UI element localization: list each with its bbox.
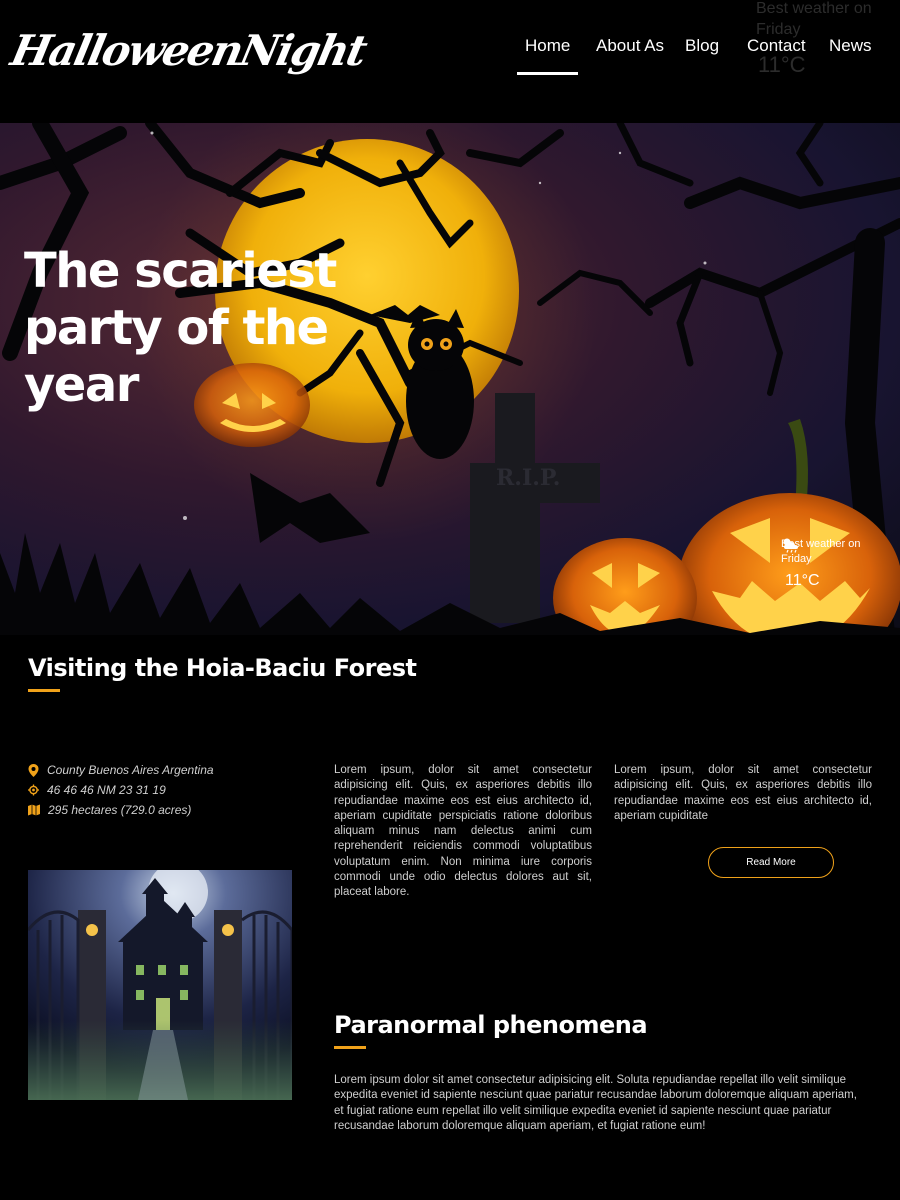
hero-banner: R.I.P. The scariest party of the year Be… (0, 123, 900, 635)
weather-widget: Best weather on Friday 11°C (781, 537, 891, 590)
info-area-text: 295 hectares (729.0 acres) (48, 803, 192, 817)
info-coordinates: 46 46 46 NM 23 31 19 (28, 780, 214, 800)
map-pin-icon (28, 763, 39, 777)
nav-blog[interactable]: Blog (685, 36, 719, 56)
paranormal-title: Paranormal phenomena (334, 1011, 648, 1039)
paranormal-paragraph: Lorem ipsum dolor sit amet consectetur a… (334, 1074, 857, 1132)
cloud-sun-rain-icon (783, 538, 798, 553)
nav-contact[interactable]: Contact (747, 36, 806, 56)
nav-news[interactable]: News (829, 36, 872, 56)
hero-title: The scariest party of the year (24, 243, 337, 413)
map-icon (28, 804, 40, 816)
target-icon (28, 784, 39, 796)
info-location-text: County Buenos Aires Argentina (47, 763, 214, 777)
info-area: 295 hectares (729.0 acres) (28, 800, 214, 820)
visiting-title: Visiting the Hoia-Baciu Forest (28, 654, 417, 682)
info-location: County Buenos Aires Argentina (28, 760, 214, 780)
site-header: HalloweenNight Best weather on Friday 11… (0, 0, 900, 123)
paranormal-title-underline (334, 1046, 366, 1049)
location-info-list: County Buenos Aires Argentina 46 46 46 N… (28, 760, 214, 820)
visiting-title-underline (28, 689, 60, 692)
nav-home[interactable]: Home (516, 36, 579, 75)
weather-temp: 11°C (785, 572, 820, 589)
visiting-paragraph-1: Lorem ipsum, dolor sit amet consectetur … (334, 764, 592, 899)
site-logo[interactable]: HalloweenNight (7, 12, 370, 97)
logo-text: HalloweenNight (6, 26, 370, 75)
ghost-weather-label: Best weather on Friday (756, 0, 872, 38)
svg-text:R.I.P.: R.I.P. (496, 465, 560, 491)
haunted-house-image (28, 870, 292, 1100)
read-more-button[interactable]: Read More (708, 847, 834, 878)
visiting-paragraph-2: Lorem ipsum, dolor sit amet consectetur … (614, 764, 872, 822)
info-coordinates-text: 46 46 46 NM 23 31 19 (47, 783, 166, 797)
nav-about[interactable]: About As (596, 36, 664, 56)
haunted-house-illustration (28, 870, 292, 1100)
